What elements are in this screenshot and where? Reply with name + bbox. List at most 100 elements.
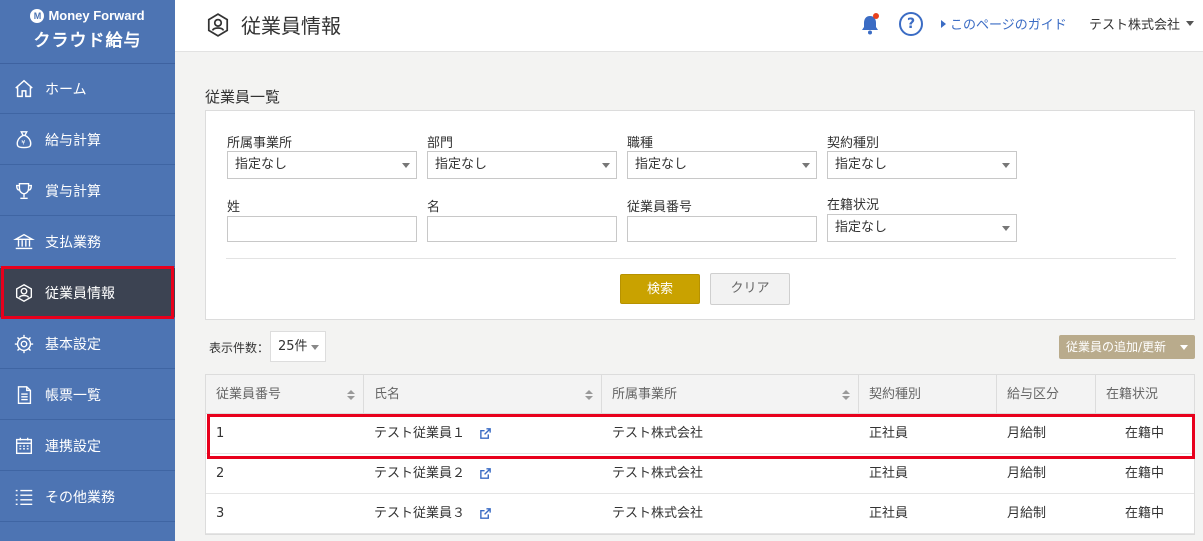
sidebar-item-home[interactable]: ホーム <box>0 64 175 114</box>
chevron-down-icon <box>1002 163 1010 168</box>
external-link-icon[interactable] <box>479 467 492 480</box>
calendar-icon <box>12 434 36 458</box>
status-select[interactable]: 指定なし <box>827 214 1017 242</box>
contract-select[interactable]: 指定なし <box>827 151 1017 179</box>
column-header-office[interactable]: 所属事業所 <box>602 375 859 414</box>
sidebar-item-label: その他業務 <box>45 489 115 506</box>
department-select-value: 指定なし <box>435 157 488 172</box>
office-select-value: 指定なし <box>235 157 288 172</box>
product-name: クラウド給与 <box>33 31 142 51</box>
first-name-input[interactable] <box>427 216 617 242</box>
contract-select-value: 指定なし <box>835 157 888 172</box>
clear-button[interactable]: クリア <box>710 273 790 305</box>
employee-name-link[interactable]: テスト従業員３ <box>374 506 465 521</box>
trophy-icon <box>12 179 36 203</box>
sidebar-item-label: 帳票一覧 <box>45 387 101 404</box>
sidebar-item-reports[interactable]: 帳票一覧 <box>0 370 175 420</box>
header: 従業員情報 ? このページのガイド テスト株式会社 <box>175 0 1203 52</box>
document-icon <box>12 383 36 407</box>
sidebar-item-label: 給与計算 <box>45 132 101 149</box>
per-page-value: 25件 <box>278 339 308 354</box>
cell-status: 在籍中 <box>1125 506 1165 521</box>
table-row[interactable]: 2 テスト従業員２ テスト株式会社 正社員 月給制 在籍中 <box>206 454 1194 494</box>
office-label: 所属事業所 <box>227 136 293 151</box>
cell-employee-no: 1 <box>216 426 225 441</box>
page-title: 従業員情報 <box>241 14 341 38</box>
sidebar-item-payment[interactable]: 支払業務 <box>0 217 175 267</box>
external-link-icon[interactable] <box>479 427 492 440</box>
cell-office: テスト株式会社 <box>612 426 704 441</box>
column-header-name[interactable]: 氏名 <box>364 375 602 414</box>
employee-name-link[interactable]: テスト従業員２ <box>374 466 465 481</box>
external-link-icon[interactable] <box>479 507 492 520</box>
column-header-label: 契約種別 <box>869 387 922 402</box>
column-header-label: 従業員番号 <box>216 387 282 402</box>
job-select[interactable]: 指定なし <box>627 151 817 179</box>
sidebar-item-integration[interactable]: 連携設定 <box>0 421 175 471</box>
first-name-label: 名 <box>427 200 441 215</box>
cell-status: 在籍中 <box>1125 426 1165 441</box>
bank-icon <box>12 230 36 254</box>
office-select[interactable]: 指定なし <box>227 151 417 179</box>
status-select-value: 指定なし <box>835 220 888 235</box>
sort-icon <box>347 390 355 401</box>
filter-panel: 所属事業所 指定なし 部門 指定なし 職種 指定なし 契約種別 指定なし 姓 名… <box>205 110 1195 320</box>
notification-bell-icon[interactable] <box>859 12 881 36</box>
cell-contract: 正社員 <box>869 506 909 521</box>
sidebar-item-employee[interactable]: 従業員情報 <box>0 268 175 318</box>
page-guide-label: このページのガイド <box>950 18 1067 33</box>
employee-no-label: 従業員番号 <box>627 200 693 215</box>
cell-name[interactable]: テスト従業員１ <box>374 414 492 454</box>
column-header-employee-no[interactable]: 従業員番号 <box>206 375 364 414</box>
employee-icon <box>205 12 231 38</box>
triangle-right-icon <box>941 19 946 28</box>
sort-icon <box>842 390 850 401</box>
table-row[interactable]: 1 テスト従業員１ テスト株式会社 正社員 月給制 在籍中 <box>206 414 1194 454</box>
cell-name[interactable]: テスト従業員３ <box>374 494 492 534</box>
company-selector[interactable]: テスト株式会社 <box>1089 14 1195 33</box>
sidebar-item-label: 従業員情報 <box>45 285 115 302</box>
column-header-pay-type[interactable]: 給与区分 <box>997 375 1096 414</box>
search-button[interactable]: 検索 <box>620 274 700 304</box>
brand-row: M Money Forward <box>0 8 175 23</box>
sidebar: M Money Forward クラウド給与 ホーム ¥ 給与計算 賞与計算 支… <box>0 0 175 541</box>
sidebar-item-label: ホーム <box>45 81 87 98</box>
money-bag-icon: ¥ <box>12 128 36 152</box>
cell-name[interactable]: テスト従業員２ <box>374 454 492 494</box>
sidebar-item-label: 支払業務 <box>45 234 101 251</box>
table-row[interactable]: 3 テスト従業員３ テスト株式会社 正社員 月給制 在籍中 <box>206 494 1194 534</box>
sidebar-item-payroll[interactable]: ¥ 給与計算 <box>0 115 175 165</box>
status-label: 在籍状況 <box>827 198 880 213</box>
chevron-down-icon <box>602 163 610 168</box>
cell-contract: 正社員 <box>869 466 909 481</box>
list-icon <box>12 485 36 509</box>
sidebar-item-label: 連携設定 <box>45 438 101 455</box>
job-select-value: 指定なし <box>635 157 688 172</box>
page-guide-link[interactable]: このページのガイド <box>941 14 1067 33</box>
gear-icon <box>12 332 36 356</box>
employee-name-link[interactable]: テスト従業員１ <box>374 426 465 441</box>
cell-employee-no: 3 <box>216 506 225 521</box>
per-page-select[interactable]: 25件 <box>270 331 326 362</box>
sidebar-item-other[interactable]: その他業務 <box>0 472 175 522</box>
section-title: 従業員一覧 <box>205 88 281 106</box>
department-label: 部門 <box>427 136 454 151</box>
money-forward-logo-icon: M <box>30 8 45 23</box>
app-logo[interactable]: M Money Forward クラウド給与 <box>0 0 175 64</box>
table-header: 従業員番号 氏名 所属事業所 契約種別 給与区分 在籍状況 <box>206 375 1194 414</box>
column-header-label: 在籍状況 <box>1106 387 1159 402</box>
column-header-contract[interactable]: 契約種別 <box>859 375 997 414</box>
chevron-down-icon <box>802 163 810 168</box>
employee-no-input[interactable] <box>627 216 817 242</box>
chevron-down-icon <box>1186 21 1195 26</box>
help-icon[interactable]: ? <box>899 12 923 36</box>
sidebar-item-bonus[interactable]: 賞与計算 <box>0 166 175 216</box>
column-header-status[interactable]: 在籍状況 <box>1096 375 1194 414</box>
per-page-label: 表示件数： <box>209 341 270 355</box>
column-header-label: 給与区分 <box>1007 387 1060 402</box>
sidebar-item-settings[interactable]: 基本設定 <box>0 319 175 369</box>
chevron-down-icon <box>1180 345 1188 350</box>
add-update-employee-button[interactable]: 従業員の追加/更新 <box>1059 335 1195 359</box>
last-name-input[interactable] <box>227 216 417 242</box>
department-select[interactable]: 指定なし <box>427 151 617 179</box>
